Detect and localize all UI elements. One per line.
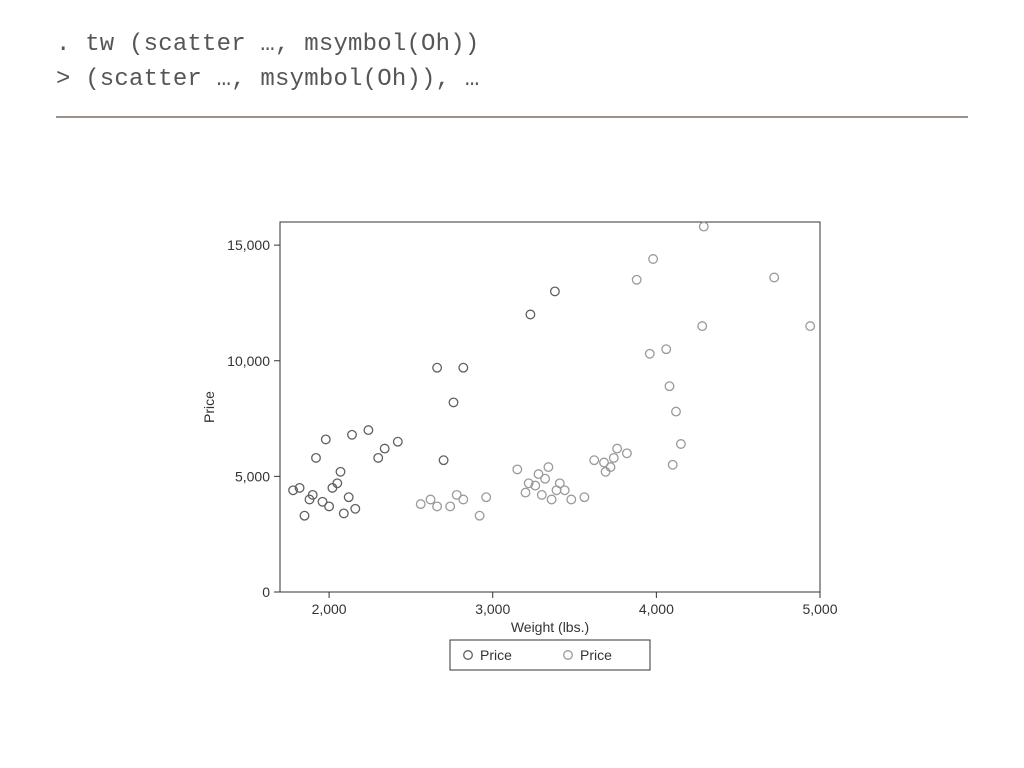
data-point — [380, 444, 389, 453]
data-point — [340, 509, 349, 518]
data-point — [551, 287, 560, 296]
plot-border — [280, 222, 820, 592]
data-point — [459, 363, 468, 372]
data-point — [449, 398, 458, 407]
data-point — [601, 468, 610, 477]
data-point — [613, 444, 622, 453]
x-tick-label: 2,000 — [312, 601, 347, 617]
data-point — [513, 465, 522, 474]
data-point — [606, 463, 615, 472]
code-block: . tw (scatter …, msymbol(Oh)) > (scatter… — [56, 28, 968, 98]
data-point — [665, 382, 674, 391]
data-point — [433, 363, 442, 372]
y-tick-label: 5,000 — [235, 468, 270, 484]
data-point — [610, 454, 619, 463]
legend-marker — [464, 651, 473, 660]
data-point — [348, 431, 357, 440]
data-point — [394, 437, 403, 446]
data-point — [446, 502, 455, 511]
data-point — [560, 486, 569, 495]
data-point — [416, 500, 425, 509]
legend-label: Price — [480, 647, 512, 663]
data-point — [668, 461, 677, 470]
data-point — [698, 322, 707, 331]
data-point — [649, 255, 658, 264]
data-point — [300, 511, 309, 520]
data-point — [672, 407, 681, 416]
data-point — [426, 495, 435, 504]
data-point — [677, 440, 686, 449]
data-point — [351, 505, 360, 514]
scatter-chart: 0 5,000 10,000 15,000 2,000 3,000 4,000 5,000 We… — [200, 210, 900, 690]
legend-label: Price — [580, 647, 612, 663]
divider — [56, 116, 968, 118]
data-point — [770, 273, 779, 282]
data-point — [333, 479, 342, 488]
data-point — [336, 468, 345, 477]
data-point — [547, 495, 556, 504]
data-point — [344, 493, 353, 502]
data-point — [662, 345, 671, 354]
data-point — [806, 322, 815, 331]
data-point — [482, 493, 491, 502]
data-point — [590, 456, 599, 465]
y-tick-label: 0 — [262, 584, 270, 600]
data-point — [521, 488, 530, 497]
data-point — [632, 276, 641, 285]
data-point — [322, 435, 331, 444]
data-point — [312, 454, 321, 463]
y-axis-label: Price — [201, 391, 217, 423]
data-point — [623, 449, 632, 458]
data-point — [700, 222, 709, 231]
data-point — [526, 310, 535, 319]
y-tick-label: 10,000 — [227, 353, 270, 369]
data-point — [580, 493, 589, 502]
code-line-1: . tw (scatter …, msymbol(Oh)) — [56, 28, 968, 63]
data-point — [374, 454, 383, 463]
data-point — [538, 491, 547, 500]
data-point — [459, 495, 468, 504]
code-line-2: > (scatter …, msymbol(Oh)), … — [56, 63, 968, 98]
x-tick-label: 4,000 — [639, 601, 674, 617]
data-point — [544, 463, 553, 472]
x-tick-label: 5,000 — [802, 601, 837, 617]
data-point — [364, 426, 373, 435]
data-point — [567, 495, 576, 504]
data-point — [328, 484, 337, 493]
legend-marker — [564, 651, 573, 660]
y-tick-label: 15,000 — [227, 237, 270, 253]
chart-container: 0 5,000 10,000 15,000 2,000 3,000 4,000 5,000 We… — [200, 210, 900, 690]
x-axis-label: Weight (lbs.) — [511, 619, 589, 635]
data-point — [433, 502, 442, 511]
data-point — [325, 502, 334, 511]
x-tick-label: 3,000 — [475, 601, 510, 617]
data-point — [439, 456, 448, 465]
data-point — [475, 511, 484, 520]
data-point — [541, 474, 550, 483]
data-point — [646, 350, 655, 359]
